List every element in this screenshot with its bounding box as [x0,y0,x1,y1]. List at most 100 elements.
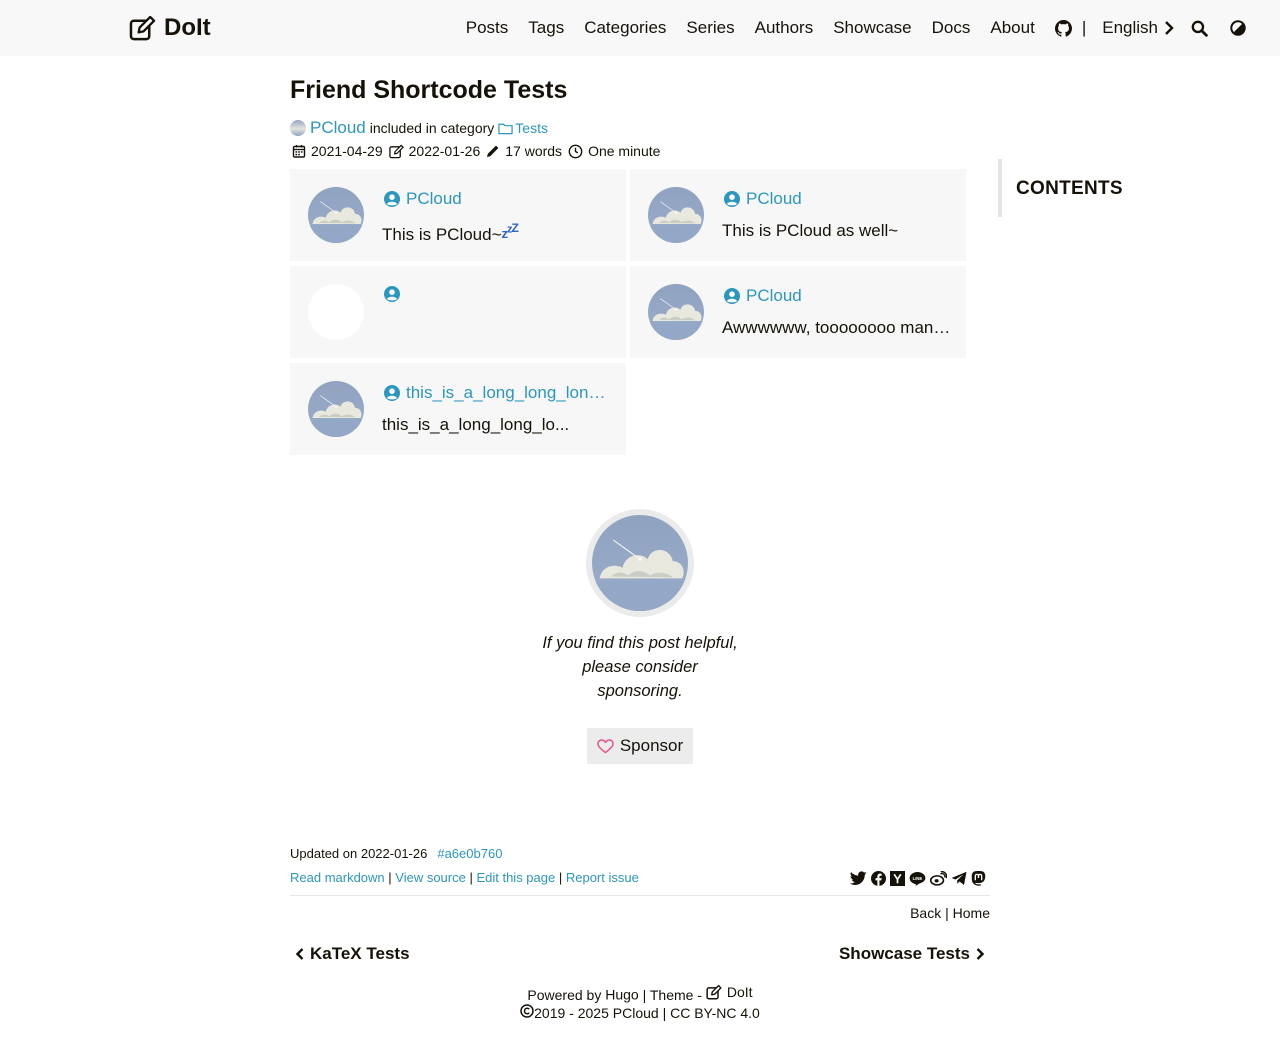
facebook-icon[interactable] [871,871,886,886]
category-label: Tests [515,120,548,136]
home-link[interactable]: Home [953,905,990,921]
friend-card[interactable]: this_is_a_long_long_long... this_is_a_lo… [290,363,626,455]
friend-name: PCloud [384,189,610,209]
powered-prefix: Powered by [527,986,602,1003]
theme-link[interactable]: DoIt [706,984,753,1000]
site-footer-copyright: 2019 - 2025 PCloud | CC BY-NC 4.0 [0,1004,1280,1021]
license-link[interactable]: CC BY-NC 4.0 [670,1005,760,1021]
language-select[interactable]: English [1102,18,1175,38]
copyright-years: 2019 - 2025 [534,1005,609,1021]
published-date: 2021-04-29 [292,143,383,159]
site-header: DoIt Posts Tags Categories Series Author… [0,0,1280,56]
nav-categories[interactable]: Categories [584,18,666,38]
friend-name-text: this_is_a_long_long_long... [406,383,610,402]
friend-name: PCloud [724,189,950,209]
sponsor-text: If you find this post helpful, please co… [542,634,738,700]
view-source-link[interactable]: View source [395,870,466,885]
edit-icon [388,144,404,158]
toc-title: CONTENTS [1016,178,1123,199]
report-issue-link[interactable]: Report issue [566,870,639,885]
back-home: Back | Home [910,905,990,921]
word-count: 17 words [486,143,562,159]
read-markdown-link[interactable]: Read markdown [290,870,385,885]
theme-toggle-icon[interactable] [1230,20,1246,36]
nav-showcase[interactable]: Showcase [833,18,911,38]
user-circle-icon [384,191,400,207]
friend-name-text: PCloud [746,189,802,208]
theme-name: DoIt [726,984,753,1000]
friend-card[interactable] [290,266,626,358]
language-label: English [1102,18,1158,37]
post-meta-author: PCloud included in category Tests [290,118,548,138]
weibo-icon[interactable] [930,871,947,886]
friend-description-text: This is PCloud~ [382,225,502,244]
friend-description: This is PCloud~zzZ [382,221,612,245]
share-buttons: LINE [850,871,986,886]
friend-avatar [308,187,364,243]
sponsor-avatar [586,509,694,617]
telegram-icon[interactable] [951,871,967,886]
friend-card[interactable]: PCloud This is PCloud~zzZ [290,169,626,261]
sponsor-button[interactable]: Sponsor [587,728,693,764]
published-date-text: 2021-04-29 [311,143,383,159]
owner-link[interactable]: PCloud [613,1005,659,1021]
friend-avatar [308,284,364,340]
hugo-link[interactable]: Hugo [605,987,638,1003]
edit-page-link[interactable]: Edit this page [476,870,555,885]
chevron-right-icon [1165,21,1174,35]
reading-time: One minute [568,143,660,159]
word-count-text: 17 words [505,143,563,159]
github-icon[interactable] [1054,19,1072,37]
author-avatar [290,120,306,136]
mastodon-icon[interactable] [971,871,986,886]
nav-series[interactable]: Series [686,18,734,38]
friend-description: This is PCloud as well~ [722,221,899,240]
post-links: Read markdown | View source | Edit this … [290,870,639,885]
post-updated: Updated on 2022-01-26 #a6e0b760 [290,846,502,861]
chevron-left-icon [296,948,304,960]
copyright-icon [520,1004,534,1018]
friend-description: Awwwwww, toooooooo many... [722,318,952,337]
twitter-icon[interactable] [850,871,867,886]
hackernews-icon[interactable] [890,871,905,886]
nav-posts[interactable]: Posts [466,18,509,38]
friend-avatar [648,187,704,243]
pencil-icon [487,145,499,157]
friend-avatar [648,284,704,340]
clock-icon [568,144,583,158]
svg-text:LINE: LINE [913,876,923,881]
user-circle-icon [724,288,740,304]
calendar-icon [292,145,306,158]
heart-icon [597,738,614,754]
nav-about[interactable]: About [990,18,1034,38]
post-footer-divider [290,895,990,896]
nav-docs[interactable]: Docs [932,18,971,38]
next-post-link[interactable]: Showcase Tests [839,944,984,964]
modified-date: 2022-01-26 [388,143,480,159]
nav-authors[interactable]: Authors [755,18,814,38]
friend-name: PCloud [724,286,950,306]
site-logo[interactable]: DoIt [129,14,211,42]
post-meta-dates: 2021-04-29 2022-01-26 17 words One minut… [292,143,666,159]
next-post-title: Showcase Tests [838,944,970,963]
friend-card[interactable]: PCloud This is PCloud as well~ [630,169,966,261]
theme-prefix: | Theme - [642,986,702,1003]
site-logo-text: DoIt [164,14,211,41]
nav-separator: | [1081,18,1087,37]
prev-post-link[interactable]: KaTeX Tests [296,944,410,964]
commit-link[interactable]: #a6e0b760 [437,846,502,861]
category-link[interactable]: Tests [498,120,548,136]
main-nav: Posts Tags Categories Series Authors Sho… [466,0,1280,56]
nav-tags[interactable]: Tags [528,18,564,38]
sponsor-button-label: Sponsor [619,736,684,755]
search-icon[interactable] [1191,20,1208,37]
edit-logo-icon [706,984,722,1000]
folder-icon [498,123,513,134]
table-of-contents: CONTENTS [998,159,1198,217]
back-link[interactable]: Back [910,905,941,921]
line-icon[interactable]: LINE [909,871,926,886]
friend-card[interactable]: PCloud Awwwwww, toooooooo many... [630,266,966,358]
chevron-right-icon [976,948,984,960]
edit-logo-icon [129,15,156,40]
author-link[interactable]: PCloud [310,118,366,138]
